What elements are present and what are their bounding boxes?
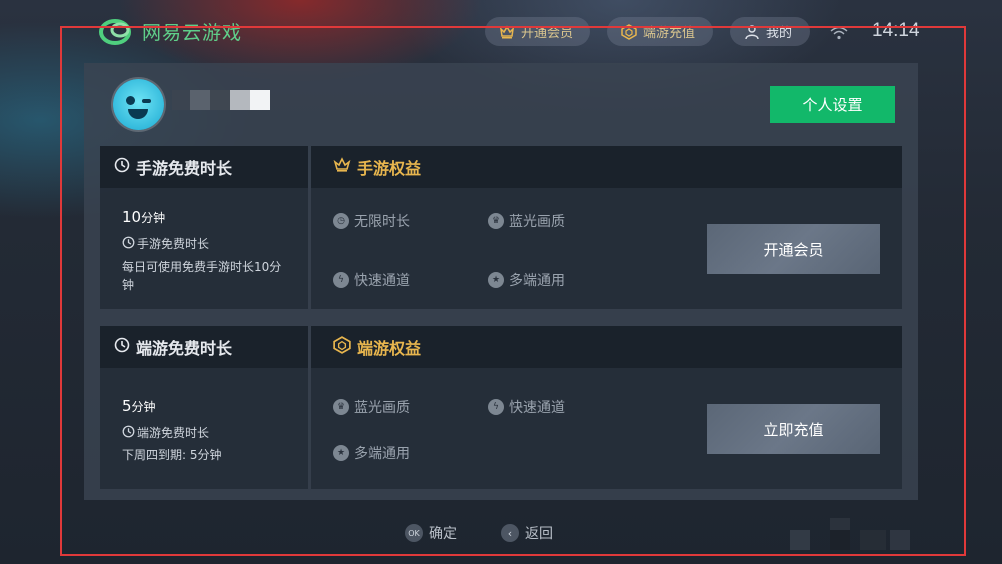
- pc-minutes: 5分钟: [122, 397, 156, 415]
- pc-free-time-header: 端游免费时长: [100, 326, 308, 368]
- lightning-icon: ϟ: [488, 399, 504, 415]
- perk-label: 快速通道: [354, 273, 410, 289]
- mobile-free-time-card: 手游免费时长 10分钟 手游免费时长 每日可使用免费手游时长10分钟: [100, 146, 308, 309]
- crown-icon: ♛: [333, 399, 349, 415]
- username-redacted: [172, 90, 270, 110]
- diamond-icon: [333, 336, 351, 358]
- mobile-benefits-header: 手游权益: [311, 146, 902, 188]
- logo-text: 网易云游戏: [142, 21, 243, 44]
- clock-icon: ◷: [333, 213, 349, 229]
- mobile-free-time-title: 手游免费时长: [136, 159, 233, 178]
- user-icon: [744, 24, 760, 40]
- personal-settings-button[interactable]: 个人设置: [770, 86, 895, 123]
- perk-label: 多端通用: [354, 446, 410, 462]
- confirm-label: 确定: [429, 526, 457, 542]
- avatar-mouth: [128, 109, 148, 119]
- avatar-eye-right: [142, 99, 151, 103]
- pc-sub-label: 端游免费时长: [122, 424, 209, 441]
- perk-multi-device: ★ 多端通用: [488, 270, 565, 290]
- back-hint[interactable]: ‹ 返回: [501, 523, 553, 543]
- pc-benefits-header: 端游权益: [311, 326, 902, 368]
- pc-recharge-label: 端游充值: [643, 26, 696, 41]
- mobile-minutes: 10分钟: [122, 208, 165, 226]
- clock: 14:14: [872, 20, 920, 41]
- star-icon: ★: [333, 445, 349, 461]
- perk-label: 多端通用: [509, 273, 565, 289]
- clock-icon: [122, 236, 135, 252]
- logo-icon: [98, 16, 136, 46]
- perk-label: 蓝光画质: [509, 214, 565, 230]
- pc-free-time-title: 端游免费时长: [136, 339, 233, 358]
- perk-label: 蓝光画质: [354, 400, 410, 416]
- back-arrow-icon: ‹: [501, 524, 519, 542]
- mobile-sub-label: 手游免费时长: [122, 235, 209, 252]
- lightning-icon: ϟ: [333, 272, 349, 288]
- open-vip-label: 开通会员: [521, 26, 574, 41]
- wifi-icon: [830, 25, 848, 40]
- pc-minutes-unit: 分钟: [131, 400, 156, 414]
- perk-multi-device: ★ 多端通用: [333, 443, 410, 463]
- back-label: 返回: [525, 526, 553, 542]
- perk-label: 快速通道: [509, 400, 565, 416]
- pc-free-time-card: 端游免费时长 5分钟 端游免费时长 下周四到期: 5分钟: [100, 326, 308, 489]
- diamond-icon: [621, 23, 637, 40]
- perk-bluray-quality: ♛ 蓝光画质: [488, 211, 565, 231]
- pc-desc: 下周四到期: 5分钟: [122, 448, 222, 462]
- star-icon: ★: [488, 272, 504, 288]
- perk-label: 无限时长: [354, 214, 410, 230]
- open-vip-action-button[interactable]: 开通会员: [707, 224, 880, 274]
- crown-icon: [499, 24, 515, 40]
- avatar-eye-left: [126, 96, 135, 105]
- perk-fast-lane: ϟ 快速通道: [333, 270, 410, 290]
- my-account-button[interactable]: 我的: [730, 17, 810, 46]
- mobile-sub-label-text: 手游免费时长: [137, 237, 210, 251]
- crown-icon: ♛: [488, 213, 504, 229]
- perk-bluray-quality: ♛ 蓝光画质: [333, 397, 410, 417]
- clock-icon: [122, 425, 135, 441]
- open-vip-button[interactable]: 开通会员: [485, 17, 590, 46]
- mobile-benefits-title: 手游权益: [357, 159, 422, 178]
- mobile-desc: 每日可使用免费手游时长10分钟: [122, 260, 282, 292]
- perk-fast-lane: ϟ 快速通道: [488, 397, 565, 417]
- pc-minutes-value: 5: [122, 397, 132, 415]
- app-logo: 网易云游戏: [98, 16, 242, 46]
- clock-icon: [114, 157, 130, 177]
- pc-recharge-button[interactable]: 端游充值: [607, 17, 713, 46]
- mobile-minutes-value: 10: [122, 208, 142, 226]
- recharge-now-button[interactable]: 立即充值: [707, 404, 880, 454]
- mobile-free-time-header: 手游免费时长: [100, 146, 308, 188]
- pc-benefits-title: 端游权益: [357, 339, 422, 358]
- clock-icon: [114, 337, 130, 357]
- confirm-hint[interactable]: OK 确定: [405, 523, 457, 543]
- pc-sub-label-text: 端游免费时长: [137, 426, 210, 440]
- avatar: [113, 79, 164, 130]
- mobile-minutes-unit: 分钟: [141, 211, 166, 225]
- perk-unlimited-time: ◷ 无限时长: [333, 211, 410, 231]
- crown-icon: [333, 157, 351, 177]
- my-account-label: 我的: [766, 26, 793, 41]
- ok-key-icon: OK: [405, 524, 423, 542]
